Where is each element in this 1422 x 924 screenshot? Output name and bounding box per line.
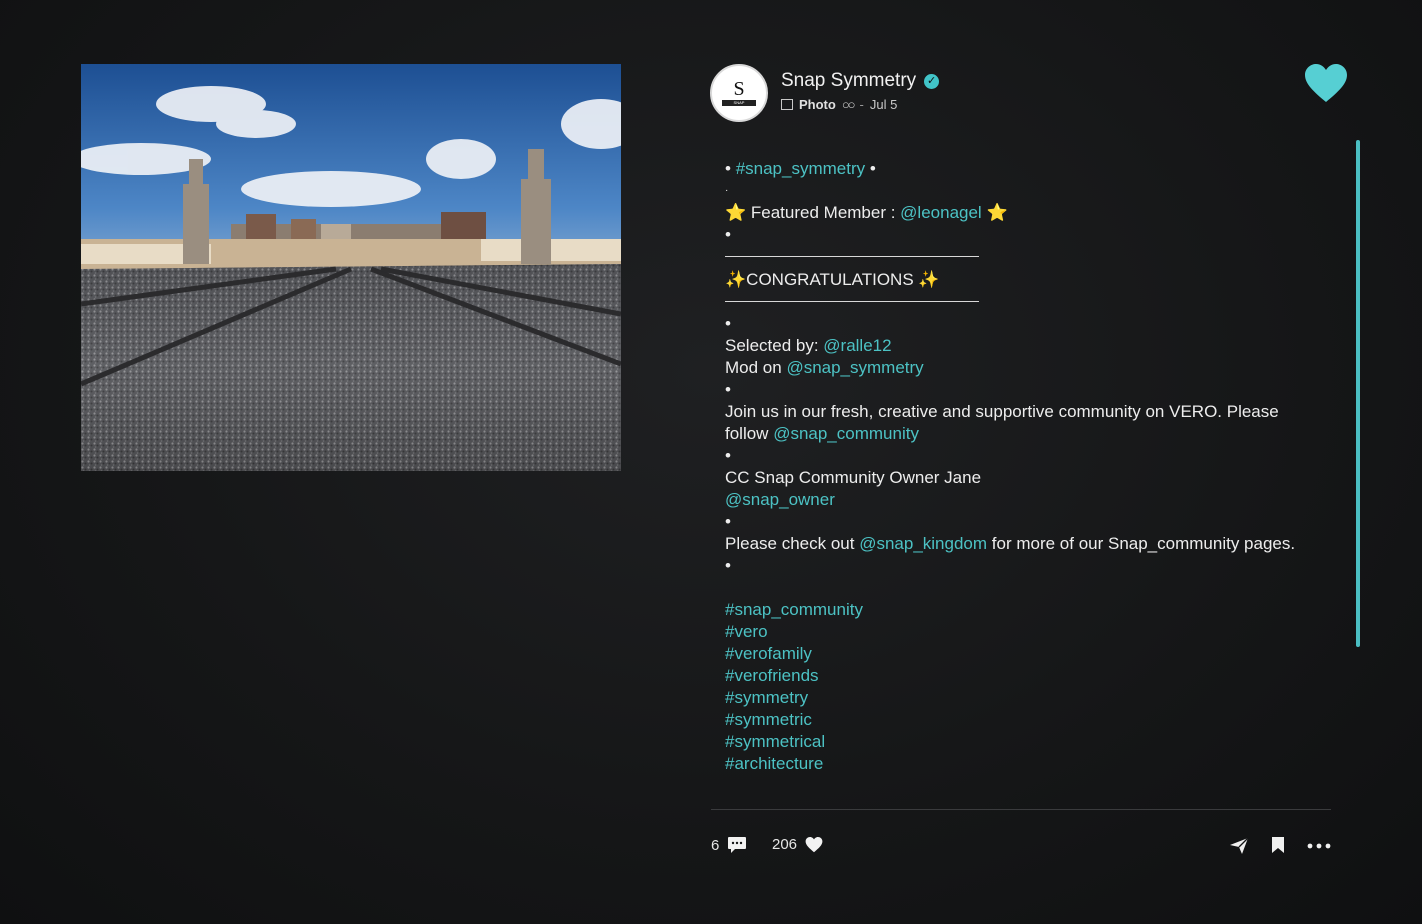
caption-line: • [725, 380, 731, 399]
more-options-icon[interactable] [1306, 836, 1334, 856]
caption-line: • #snap_symmetry • [725, 159, 876, 178]
caption-line: Join us in our fresh, creative and suppo… [725, 402, 1279, 443]
mention-link[interactable]: @leonagel [900, 203, 982, 222]
hashtag-link[interactable]: #symmetric [725, 709, 1315, 731]
post-meta: Photo ○○ - Jul 5 [781, 97, 897, 112]
heart-icon [805, 836, 823, 852]
mention-link[interactable]: @ralle12 [823, 336, 891, 355]
divider-rule [725, 256, 979, 257]
username[interactable]: Snap Symmetry ✓ [781, 70, 940, 92]
hashtag-link[interactable]: #verofriends [725, 665, 1315, 687]
caption-line: • [725, 446, 731, 465]
caption-line: · [725, 185, 729, 196]
post-header: S SNAP SYMMETRY Snap Symmetry ✓ Photo ○○… [710, 64, 1350, 124]
caption-line: • [725, 512, 731, 531]
comments-button[interactable]: 6 [711, 836, 747, 854]
post-caption: • #snap_symmetry • · ⭐ Featured Member :… [725, 158, 1315, 808]
verified-check-icon: ✓ [924, 73, 940, 89]
photo-type-icon [781, 99, 793, 110]
avatar-logo-mark: S [733, 78, 745, 100]
photo-image [81, 64, 621, 471]
caption-line: • [725, 225, 731, 244]
like-heart-icon[interactable] [1304, 64, 1348, 104]
caption-line: • [725, 556, 731, 575]
hashtag-link[interactable]: #snap_symmetry [736, 159, 865, 178]
likes-button[interactable]: 206 [772, 836, 823, 853]
mention-link[interactable]: @snap_owner [725, 489, 1315, 511]
mention-link[interactable]: @snap_kingdom [859, 534, 987, 553]
hashtag-link[interactable]: #snap_community [725, 599, 1315, 621]
hashtag-link[interactable]: #vero [725, 621, 1315, 643]
hashtag-link[interactable]: #architecture [725, 753, 1315, 775]
binoculars-icon: ○○ [841, 97, 856, 112]
post-footer: 6 206 [711, 836, 1336, 860]
caption-scrollbar[interactable] [1356, 140, 1360, 647]
post-date: Jul 5 [869, 97, 898, 112]
hashtag-link[interactable]: #symmetry [725, 687, 1315, 709]
post-type-label: Photo [799, 97, 836, 112]
avatar-logo-strip: SNAP SYMMETRY [722, 100, 756, 106]
share-send-icon[interactable] [1229, 836, 1249, 856]
caption-line: • [725, 314, 731, 333]
avatar[interactable]: S SNAP SYMMETRY [710, 64, 768, 122]
divider-rule [725, 301, 979, 302]
meta-separator: - [859, 97, 864, 112]
hashtag-link[interactable]: #verofamily [725, 643, 1315, 665]
mention-link[interactable]: @snap_symmetry [786, 358, 923, 377]
caption-line: ✨CONGRATULATIONS ✨ [725, 270, 940, 289]
post-photo[interactable] [81, 64, 621, 471]
hashtag-link[interactable]: #symmetrical [725, 731, 1315, 753]
mention-link[interactable]: @snap_community [773, 424, 919, 443]
comments-count: 6 [711, 836, 720, 854]
comment-icon [728, 837, 747, 853]
caption-line: Mod on @snap_symmetry [725, 358, 924, 377]
caption-line: Selected by: @ralle12 [725, 336, 892, 355]
footer-divider [711, 809, 1331, 810]
bookmark-icon[interactable] [1271, 836, 1285, 854]
caption-line: Please check out @snap_kingdom for more … [725, 534, 1296, 553]
caption-line: CC Snap Community Owner Jane [725, 468, 982, 487]
likes-count: 206 [772, 836, 798, 853]
username-label: Snap Symmetry [781, 70, 917, 91]
caption-line: ⭐ Featured Member : @leonagel ⭐ [725, 203, 1008, 222]
